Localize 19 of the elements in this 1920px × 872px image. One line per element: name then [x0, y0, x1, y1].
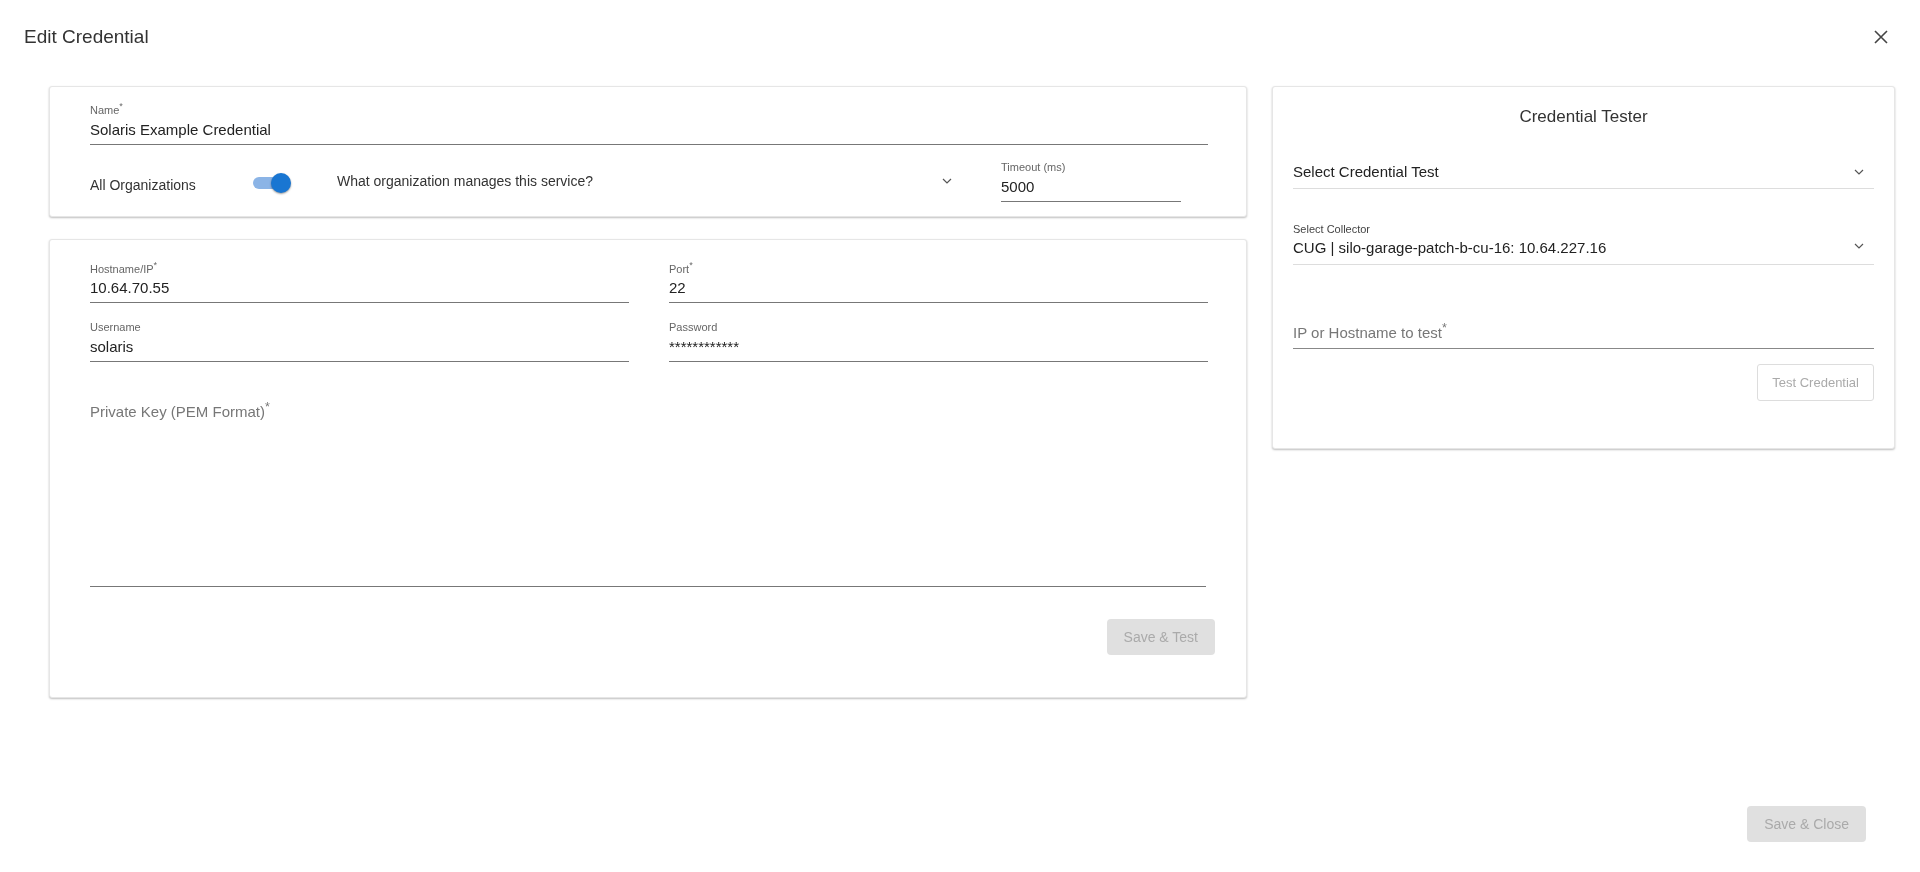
timeout-field[interactable]: Timeout (ms) 5000 [1001, 160, 1181, 202]
credential-test-select[interactable]: Select Credential Test [1293, 163, 1874, 189]
name-field[interactable]: Name$^{*}$ Solaris Example Credential [90, 101, 1208, 145]
target-host-field[interactable]: IP or Hostname to test$^{*}$ [1293, 321, 1874, 349]
chevron-down-icon [1854, 243, 1864, 249]
close-icon[interactable] [1874, 30, 1888, 44]
dialog-title: Edit Credential [24, 26, 149, 48]
text-field[interactable]: Hostname/IP$^{*}$ 10.64.70.55 [90, 259, 629, 304]
collector-select[interactable]: Select Collector CUG | silo-garage-patch-b-cu-16: 10.64.227.16 [1293, 223, 1874, 265]
text-field[interactable]: Username solaris [90, 321, 629, 363]
all-organizations-label: All Organizations [90, 176, 197, 194]
toggle-switch[interactable] [251, 172, 291, 195]
chevron-down-icon [942, 178, 952, 185]
tester-title: Credential Tester [1518, 107, 1649, 127]
text-field[interactable]: Port$^{*}$ 22 [669, 259, 1208, 304]
private-key-field[interactable]: Private Key (PEM Format)$^{*}$ [90, 400, 1206, 588]
chevron-down-icon [1854, 168, 1864, 175]
text-field[interactable]: Password ************ [669, 321, 1208, 363]
organization-select[interactable]: What organization manages this service? [337, 169, 952, 194]
